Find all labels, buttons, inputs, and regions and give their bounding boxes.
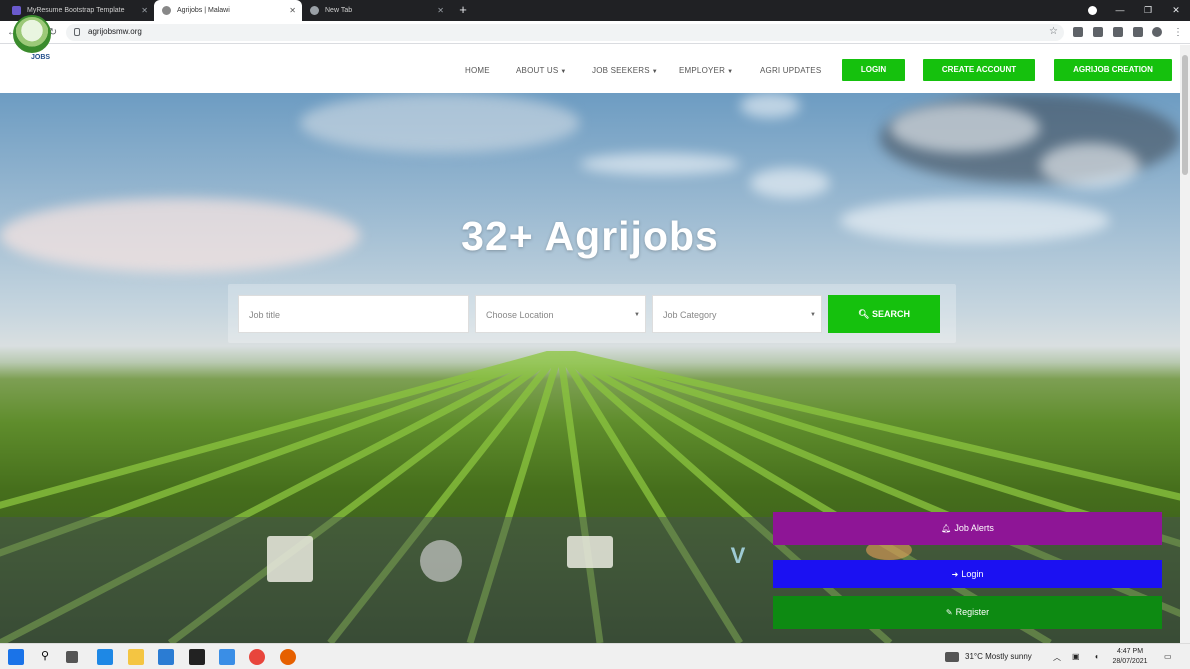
job-title-input[interactable]: Job title [238,295,469,333]
cloud [300,93,580,153]
cloud [1040,143,1140,188]
hero-title: 32+ Agrijobs [461,213,719,259]
partner-logo[interactable] [420,540,462,582]
tab-title: MyResume Bootstrap Template [27,7,125,14]
url-text: agrijobsmw.org [88,27,142,36]
clock-date: 28/07/2021 [1112,658,1148,665]
volume-icon[interactable]: ◖ [1094,652,1099,661]
nav-employer[interactable]: EMPLOYER ▼ [679,66,733,75]
menu-dots-icon[interactable]: ⋮ [1170,25,1186,41]
file-explorer-icon[interactable] [128,649,144,665]
extension-icon[interactable] [1073,27,1083,37]
scrollbar-thumb[interactable] [1182,55,1188,175]
close-window-icon[interactable]: ✕ [1162,0,1190,21]
tab-title: New Tab [325,7,353,14]
location-placeholder: Choose Location [486,310,554,320]
chrome-icon[interactable] [249,649,265,665]
tab-favicon-icon [310,6,319,15]
extension-icon[interactable] [1113,27,1123,37]
create-account-button[interactable]: CREATE ACCOUNT [923,59,1035,81]
tab-favicon-icon [12,6,21,15]
sticky-notes-icon[interactable] [189,649,205,665]
search-icon: 🔍︎ [858,309,872,319]
browser-tab-active[interactable]: Agrijobs | Malawi ✕ [154,0,302,21]
browser-toolbar: ← → ↻ agrijobsmw.org ☆ ⋮ [0,21,1190,44]
cloud [750,168,830,198]
login-button[interactable]: LOGIN [842,59,905,81]
notifications-icon[interactable]: ▭ [1164,652,1172,661]
mail-icon[interactable] [158,649,174,665]
extension-icon[interactable] [1093,27,1103,37]
profile-avatar-icon[interactable] [1152,27,1162,37]
cloud [740,93,800,118]
sign-in-icon: ➜ [951,570,959,579]
vscode-icon[interactable] [97,649,113,665]
nav-home-label: HOME [465,66,490,75]
partner-logo[interactable]: V [718,536,758,576]
logo-text: JOBS [31,54,51,61]
search-button-label: SEARCH [871,309,910,319]
search-taskbar-icon[interactable]: ⚲ [37,649,53,665]
login-cta-button[interactable]: ➜ Login [773,560,1162,588]
nav-agri-updates[interactable]: AGRI UPDATES [760,66,821,75]
browser-tab[interactable]: New Tab ✕ [302,0,450,21]
nav-agri-updates-label: AGRI UPDATES [760,66,822,75]
caret-down-icon: ▼ [651,69,658,75]
partner-logo[interactable] [267,536,313,582]
clock-time: 4:47 PM [1116,648,1144,655]
login-cta-label: Login [961,569,984,579]
tab-title: Agrijobs | Malawi [177,7,230,14]
nav-about[interactable]: ABOUT US ▼ [516,66,567,75]
windows-taskbar: ⚲ 31°C Mostly sunny ︿ ▣ ◖ 4:47 PM 28/07/… [0,643,1190,669]
extensions-puzzle-icon[interactable] [1133,27,1143,37]
job-title-placeholder: Job title [249,310,281,320]
nav-job-seekers[interactable]: JOB SEEKERS ▼ [592,66,658,75]
tray-chevron-icon[interactable]: ︿ [1053,652,1061,663]
tab-close-icon[interactable]: ✕ [437,6,444,15]
search-button[interactable]: 🔍︎ SEARCH [828,295,940,333]
job-alerts-button[interactable]: 🔔︎ Job Alerts [773,512,1162,545]
address-bar[interactable]: agrijobsmw.org ☆ [66,24,1064,41]
profile-icon[interactable] [1088,6,1097,15]
nav-job-seekers-label: JOB SEEKERS [592,66,650,75]
caret-down-icon: ▼ [560,69,567,75]
new-tab-icon[interactable]: + [456,2,470,18]
firefox-icon[interactable] [280,649,296,665]
weather-icon[interactable] [945,652,959,662]
tab-close-icon[interactable]: ✕ [141,6,148,15]
site-logo[interactable] [13,15,51,53]
partner-logo[interactable] [567,536,613,568]
lock-icon [74,28,80,36]
bell-icon: 🔔︎ [941,524,952,533]
location-select[interactable]: Choose Location ▼ [475,295,646,333]
cloud [580,153,740,175]
nav-employer-label: EMPLOYER [679,66,726,75]
nav-about-label: ABOUT US [516,66,559,75]
weather-text[interactable]: 31°C Mostly sunny [965,652,1032,661]
task-view-icon[interactable] [66,651,78,663]
job-alerts-label: Job Alerts [954,523,994,533]
start-icon[interactable] [8,649,24,665]
tab-close-icon[interactable]: ✕ [289,6,296,15]
browser-tab-bar: MyResume Bootstrap Template ✕ Agrijobs |… [0,0,1190,21]
category-select[interactable]: Job Category ▼ [652,295,822,333]
minimize-icon[interactable]: — [1106,0,1134,21]
dropdown-arrow-icon: ▼ [810,312,816,318]
store-icon[interactable] [219,649,235,665]
pencil-icon: ✎ [945,608,953,617]
register-button[interactable]: ✎ Register [773,596,1162,629]
nav-home[interactable]: HOME [465,66,490,75]
page-scrollbar[interactable] [1180,45,1190,643]
system-clock[interactable]: 4:47 PM 28/07/2021 [1110,647,1150,667]
category-placeholder: Job Category [663,310,717,320]
network-icon[interactable]: ▣ [1072,652,1080,661]
maximize-icon[interactable]: ❐ [1134,0,1162,21]
dropdown-arrow-icon: ▼ [634,312,640,318]
register-label: Register [955,607,990,617]
agrijob-creation-button[interactable]: AGRIJOB CREATION [1054,59,1172,81]
tab-favicon-icon [162,6,171,15]
cloud [890,103,1040,153]
caret-down-icon: ▼ [727,69,734,75]
bookmark-star-icon[interactable]: ☆ [1049,26,1058,37]
